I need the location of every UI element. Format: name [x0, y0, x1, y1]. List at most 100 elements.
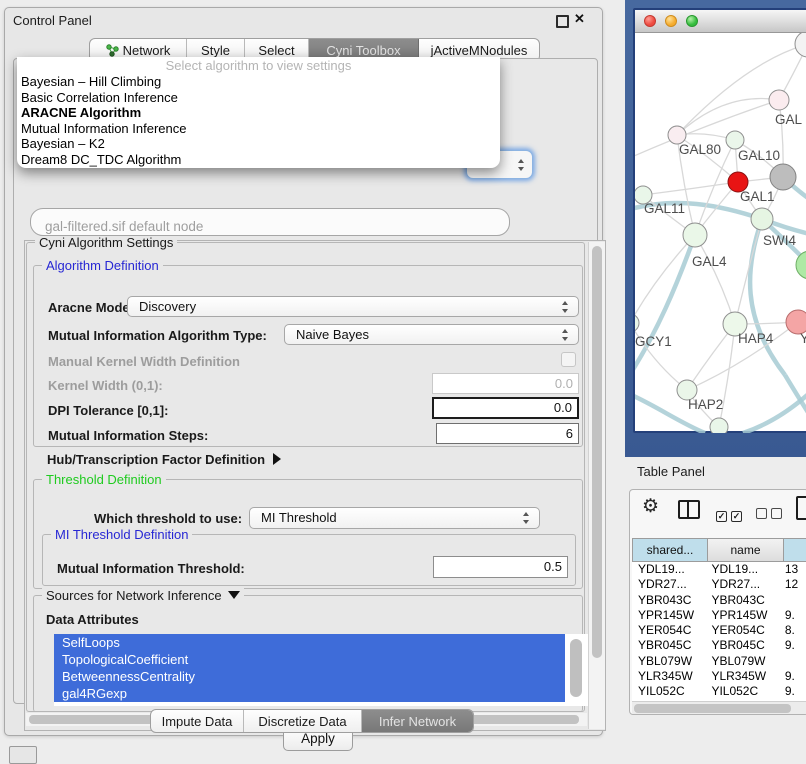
table-cell: YIL052C [705, 684, 778, 699]
attribute-item-gal4rgexp[interactable]: gal4RGexp [54, 685, 565, 702]
algorithm-item-bayesian-hill-climbing[interactable]: Bayesian – Hill Climbing [17, 74, 500, 90]
network-node-node-bottom-green[interactable] [710, 418, 728, 433]
mi-steps-label: Mutual Information Steps: [48, 428, 208, 443]
algorithm-item-aracne-algorithm[interactable]: ARACNE Algorithm [17, 105, 500, 121]
table-cell: YBR043C [632, 593, 705, 608]
minimized-panel-icon[interactable] [9, 746, 37, 764]
tab-label: Impute Data [162, 714, 233, 729]
table-cell: 9. [779, 638, 806, 653]
table-row[interactable]: YIL052CYIL052C9. [632, 684, 806, 699]
table-row[interactable]: YER054CYER054C8. [632, 623, 806, 638]
sources-expander[interactable]: Sources for Network Inference [42, 588, 244, 603]
cyni-bottom-tabbar: Impute Data Discretize Data Infer Network [150, 709, 474, 733]
manual-kernel-width-checkbox[interactable] [561, 352, 576, 367]
attribute-item-topologicalcoefficient[interactable]: TopologicalCoefficient [54, 651, 565, 668]
bottom-tab-infer-network[interactable]: Infer Network [362, 710, 473, 732]
table-cell: 8. [779, 623, 806, 638]
kernel-width-field[interactable]: 0.0 [432, 373, 579, 394]
network-window-titlebar[interactable] [635, 10, 806, 33]
table-row[interactable]: YBL079WYBL079W [632, 654, 806, 669]
network-node-swi4[interactable] [751, 208, 773, 230]
table-cell: 12 [779, 577, 806, 592]
float-window-icon[interactable] [556, 15, 569, 28]
node-label-gal1: GAL1 [740, 189, 775, 204]
attribute-item-selfloops[interactable]: SelfLoops [54, 634, 565, 651]
deselect-all-columns-icon[interactable] [756, 506, 786, 524]
table-cell: YPR145W [705, 608, 778, 623]
network-default-node-combobox[interactable]: gal-filtered.sif default node [30, 208, 510, 236]
mi-threshold-field[interactable]: 0.5 [433, 556, 568, 578]
close-icon[interactable]: ✕ [574, 11, 585, 27]
gear-icon[interactable]: ⚙ [642, 497, 659, 517]
table-cell: YDR27... [632, 577, 705, 592]
attribute-item-betweennesscentrality[interactable]: BetweennessCentrality [54, 668, 565, 685]
network-node-gcy1[interactable] [635, 314, 639, 332]
hub-definition-expander[interactable]: Hub/Transcription Factor Definition [47, 452, 281, 467]
algorithm-item-bayesian-k2[interactable]: Bayesian – K2 [17, 136, 500, 152]
mi-steps-field[interactable]: 6 [436, 423, 579, 444]
tab-label: Discretize Data [258, 714, 346, 729]
network-default-node-value: gal-filtered.sif default node [45, 219, 203, 234]
which-threshold-combobox[interactable]: MI Threshold [249, 507, 540, 529]
list-scrollbar-thumb[interactable] [570, 639, 582, 697]
checked-box-icon: ✓ [731, 511, 742, 522]
algorithm-item-basic-correlation-inference[interactable]: Basic Correlation Inference [17, 90, 500, 106]
checked-box-icon: ✓ [716, 511, 727, 522]
window-title: Control Panel [13, 13, 92, 28]
tab-label: Style [201, 43, 230, 58]
columns-icon[interactable] [678, 500, 700, 519]
table-row[interactable]: YBR043CYBR043C [632, 593, 806, 608]
node-label-gal4: GAL4 [692, 254, 727, 269]
table-row[interactable]: YLR345WYLR345W9. [632, 669, 806, 684]
data-attributes-label: Data Attributes [46, 612, 139, 627]
document-icon[interactable] [796, 496, 806, 520]
column-header-cut[interactable] [784, 538, 806, 562]
expander-arrow-icon [273, 453, 281, 465]
data-attributes-list[interactable]: SelfLoopsTopologicalCoefficientBetweenne… [54, 634, 588, 706]
vertical-scrollbar-thumb[interactable] [592, 246, 602, 658]
table-cell: YBR045C [705, 638, 778, 653]
table-horizontal-scrollbar[interactable] [632, 701, 806, 715]
table-row[interactable]: YBR045CYBR045C9. [632, 638, 806, 653]
combo-arrows-icon [518, 159, 525, 171]
algorithm-item-mutual-information-inference[interactable]: Mutual Information Inference [17, 121, 500, 137]
table-cell: YBR045C [632, 638, 705, 653]
close-traffic-light[interactable] [644, 15, 656, 27]
bottom-tab-discretize-data[interactable]: Discretize Data [244, 710, 362, 732]
network-canvas[interactable]: GALGAL80GAL10GAL1GAL11SWI4GAL4GCY1HAP4YH… [635, 33, 806, 433]
network-edge [677, 98, 779, 135]
threshold-definition-group: Threshold Definition Which threshold to … [33, 479, 583, 589]
tab-label: Infer Network [379, 714, 456, 729]
algorithm-item-dream8-dc-tdc-algorithm[interactable]: Dream8 DC_TDC Algorithm [17, 152, 500, 168]
cyni-algorithm-settings-group: Cyni Algorithm Settings Algorithm Defini… [26, 242, 585, 712]
dpi-tolerance-field[interactable]: 0.0 [432, 397, 579, 419]
network-node-gal4[interactable] [683, 223, 707, 247]
group-title: MI Threshold Definition [51, 527, 192, 542]
table-row[interactable]: YDR27...YDR27...12 [632, 577, 806, 592]
network-node-gal10[interactable] [726, 131, 744, 149]
vertical-scrollbar[interactable] [588, 242, 605, 729]
aracne-mode-combobox[interactable]: Discovery [127, 296, 579, 317]
select-all-columns-icon[interactable]: ✓✓ [716, 506, 746, 524]
node-label-gcy1: GCY1 [635, 334, 672, 349]
network-node-node-pink-top[interactable] [769, 90, 789, 110]
zoom-traffic-light[interactable] [686, 15, 698, 27]
mi-algorithm-type-combobox[interactable]: Naive Bayes [284, 324, 579, 345]
tab-label: Cyni Toolbox [326, 43, 400, 58]
column-header-shared-[interactable]: shared... [632, 538, 708, 562]
table-row[interactable]: YDL19...YDL19...13 [632, 562, 806, 577]
network-node-node-top-right[interactable] [795, 33, 806, 57]
table-cell: YDL19... [705, 562, 778, 577]
network-view-window: GALGAL80GAL10GAL1GAL11SWI4GAL4GCY1HAP4YH… [633, 8, 806, 433]
tab-label: jActiveMNodules [431, 43, 528, 58]
table-row[interactable]: YPR145WYPR145W9. [632, 608, 806, 623]
network-node-node-gray[interactable] [770, 164, 796, 190]
bottom-tab-impute-data[interactable]: Impute Data [151, 710, 244, 732]
network-icon [106, 44, 119, 57]
minimize-traffic-light[interactable] [665, 15, 677, 27]
column-header-name[interactable]: name [708, 538, 784, 562]
dpi-tolerance-label: DPI Tolerance [0,1]: [48, 403, 168, 418]
table-scrollbar-thumb[interactable] [634, 704, 791, 713]
node-label-swi4: SWI4 [763, 233, 796, 248]
table-cell: YER054C [705, 623, 778, 638]
